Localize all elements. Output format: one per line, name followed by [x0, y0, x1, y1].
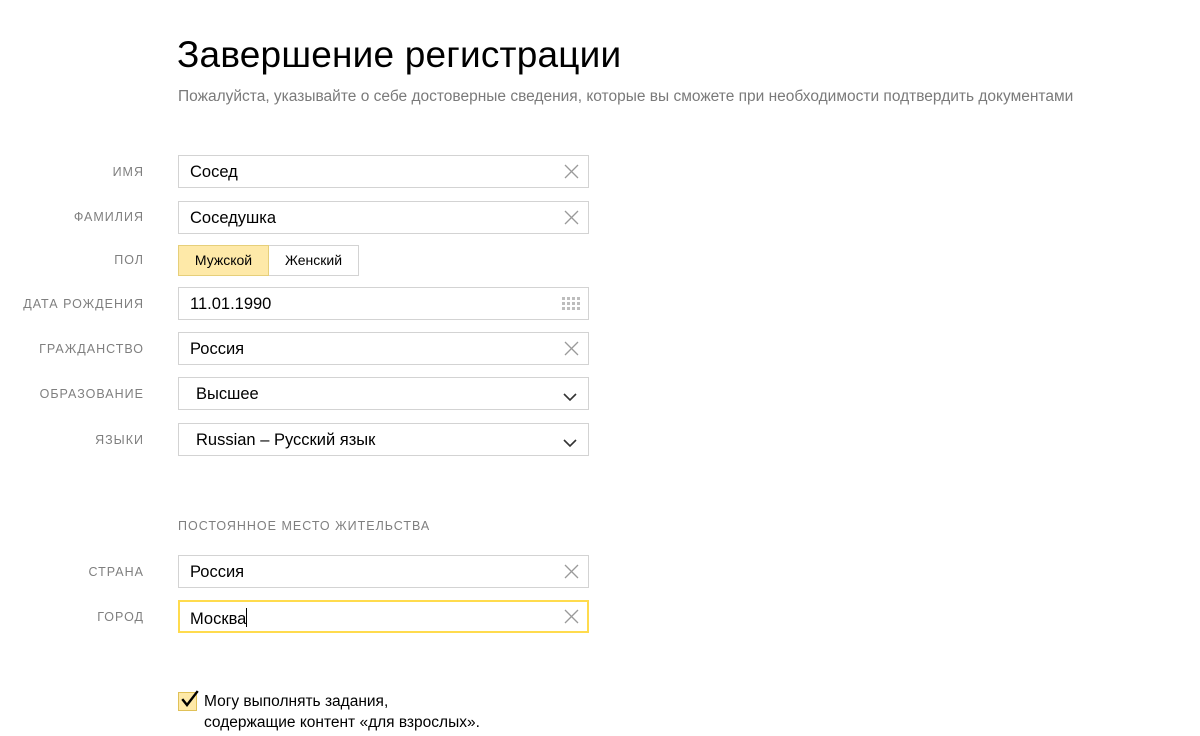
last-name-label: Фамилия — [73, 210, 144, 224]
city-label: Город — [97, 610, 144, 624]
education-value: Высшее — [196, 385, 259, 403]
chevron-down-icon — [563, 389, 577, 402]
gender-toggle: Мужской Женский — [178, 245, 359, 276]
close-icon[interactable] — [564, 164, 579, 179]
country-label: Страна — [88, 565, 144, 579]
close-icon[interactable] — [564, 564, 579, 579]
adult-content-checkbox[interactable] — [178, 690, 199, 711]
registration-page: Завершение регистрации Пожалуйста, указы… — [0, 0, 1200, 736]
calendar-icon[interactable] — [562, 297, 580, 311]
gender-label: Пол — [114, 253, 144, 267]
languages-value: Russian – Русский язык — [196, 431, 376, 449]
birth-date-value: 11.01.1990 — [190, 295, 272, 313]
page-title: Завершение регистрации — [177, 34, 622, 75]
first-name-label: Имя — [112, 165, 144, 179]
first-name-field[interactable]: Сосед — [178, 155, 589, 188]
citizenship-field[interactable]: Россия — [178, 332, 589, 365]
residence-section-title: Постоянное место жительства — [178, 519, 431, 533]
adult-content-line-1: Могу выполнять задания, — [204, 693, 389, 710]
country-field[interactable]: Россия — [178, 555, 589, 588]
birth-date-field[interactable]: 11.01.1990 — [178, 287, 589, 320]
education-select[interactable]: Высшее — [178, 377, 589, 410]
last-name-field[interactable]: Соседушка — [178, 201, 589, 234]
adult-content-label[interactable]: Могу выполнять задания, содержащие конте… — [204, 691, 480, 733]
chevron-down-icon — [563, 435, 577, 448]
city-field[interactable]: Москва — [178, 600, 589, 633]
gender-option-male[interactable]: Мужской — [178, 245, 269, 276]
text-cursor — [246, 608, 248, 627]
city-input-wrap: Москва — [190, 608, 248, 629]
gender-option-female[interactable]: Женский — [269, 245, 359, 276]
checkmark-icon — [181, 690, 199, 707]
country-value: Россия — [190, 563, 245, 581]
last-name-value: Соседушка — [190, 209, 277, 227]
first-name-value: Сосед — [190, 163, 238, 181]
city-value: Москва — [190, 610, 247, 628]
close-icon[interactable] — [564, 341, 579, 356]
adult-content-line-2: содержащие контент «для взрослых». — [204, 714, 480, 731]
citizenship-value: Россия — [190, 340, 245, 358]
page-subtitle: Пожалуйста, указывайте о себе достоверны… — [178, 88, 1074, 105]
languages-label: Языки — [95, 433, 144, 447]
education-label: Образование — [39, 387, 144, 401]
close-icon[interactable] — [564, 609, 579, 624]
birth-date-label: Дата рождения — [23, 297, 144, 311]
citizenship-label: Гражданство — [39, 342, 144, 356]
close-icon[interactable] — [564, 210, 579, 225]
languages-select[interactable]: Russian – Русский язык — [178, 423, 589, 456]
